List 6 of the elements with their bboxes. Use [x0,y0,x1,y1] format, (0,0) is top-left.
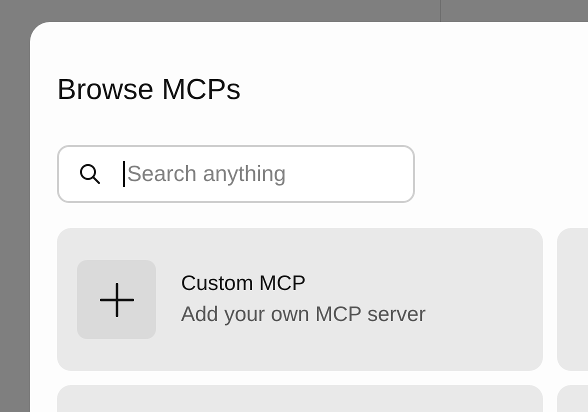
card-title: Custom MCP [181,271,307,297]
card-description: Add your own MCP server [181,302,426,328]
plus-icon [100,282,134,316]
search-field[interactable]: Search anything [57,145,415,203]
dialog-title: Browse MCPs [57,73,242,108]
mcp-card[interactable]: Custom MCP Add your own MCP server [57,228,543,371]
